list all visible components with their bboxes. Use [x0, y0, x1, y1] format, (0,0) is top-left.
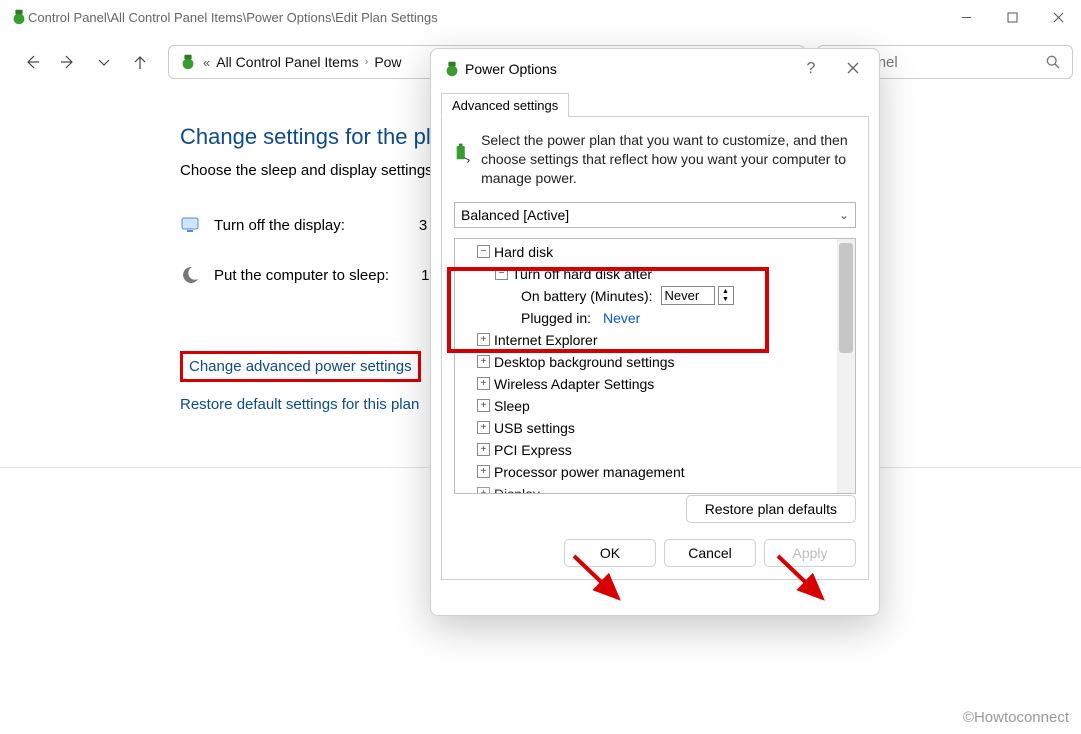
plugged-in-label: Plugged in: [521, 310, 591, 326]
tree-item-desktop-bg[interactable]: +Desktop background settings [459, 351, 833, 373]
tree-item-processor[interactable]: +Processor power management [459, 461, 833, 483]
spin-down[interactable]: ▼ [719, 296, 733, 305]
change-advanced-link[interactable]: Change advanced power settings [189, 358, 412, 375]
expand-icon[interactable]: + [477, 399, 490, 412]
setting-label: Put the computer to sleep: [214, 267, 389, 284]
tree-item-hard-disk[interactable]: −Hard disk [459, 241, 833, 263]
monitor-icon [180, 215, 200, 235]
tree-item-display[interactable]: +Display [459, 483, 833, 494]
breadcrumb-segment[interactable]: All Control Panel Items [216, 54, 358, 70]
on-battery-value-field[interactable]: Never [661, 286, 715, 305]
breadcrumb-segment[interactable]: Pow [374, 54, 401, 70]
power-plan-select[interactable]: Balanced [Active] ⌄ [454, 202, 856, 228]
on-battery-label: On battery (Minutes): [521, 288, 653, 304]
tab-advanced-settings[interactable]: Advanced settings [441, 93, 569, 117]
highlight-box: Change advanced power settings [180, 351, 421, 382]
power-options-icon [179, 53, 197, 71]
dialog-help-button[interactable]: ? [791, 60, 831, 78]
expand-icon[interactable]: + [477, 333, 490, 346]
collapse-icon[interactable]: − [495, 267, 508, 280]
maximize-button[interactable] [989, 0, 1035, 34]
expand-icon[interactable]: + [477, 443, 490, 456]
annotation-arrow [774, 552, 834, 616]
tree-item-turn-off-hdd[interactable]: −Turn off hard disk after [459, 263, 833, 285]
tree-item-ie[interactable]: +Internet Explorer [459, 329, 833, 351]
window-title: Control Panel\All Control Panel Items\Po… [28, 10, 943, 25]
scrollbar-track[interactable] [837, 239, 855, 493]
expand-icon[interactable]: + [477, 377, 490, 390]
power-options-icon [443, 60, 461, 78]
dialog-title: Power Options [465, 61, 557, 77]
back-button[interactable] [16, 46, 48, 78]
settings-tree: −Hard disk −Turn off hard disk after On … [454, 238, 856, 494]
chevron-right-icon: › [365, 56, 369, 68]
spin-buttons[interactable]: ▲▼ [718, 286, 734, 305]
expand-icon[interactable]: + [477, 421, 490, 434]
scrollbar-thumb[interactable] [839, 243, 853, 353]
expand-icon[interactable]: + [477, 465, 490, 478]
dialog-tabstrip: Advanced settings [431, 89, 879, 117]
breadcrumb-overflow[interactable]: « [203, 55, 210, 70]
battery-plug-icon [454, 131, 471, 175]
setting-label: Turn off the display: [214, 217, 345, 234]
dialog-body: Select the power plan that you want to c… [441, 116, 869, 580]
dialog-close-button[interactable] [831, 61, 875, 77]
chevron-down-icon: ⌄ [839, 208, 849, 222]
annotation-arrow [570, 552, 630, 616]
expand-icon[interactable]: + [477, 487, 490, 494]
tree-item-usb[interactable]: +USB settings [459, 417, 833, 439]
moon-icon [180, 265, 200, 285]
expand-icon[interactable]: + [477, 355, 490, 368]
tree-item-pci[interactable]: +PCI Express [459, 439, 833, 461]
spin-up[interactable]: ▲ [719, 287, 733, 296]
up-button[interactable] [124, 46, 156, 78]
tree-item-sleep[interactable]: +Sleep [459, 395, 833, 417]
watermark: ©Howtoconnect [963, 709, 1069, 726]
collapse-icon[interactable]: − [477, 245, 490, 258]
recent-locations-button[interactable] [88, 46, 120, 78]
cancel-button[interactable]: Cancel [664, 539, 756, 567]
minimize-button[interactable] [943, 0, 989, 34]
search-icon [1046, 55, 1060, 69]
power-options-dialog: Power Options ? Advanced settings Select… [430, 48, 880, 616]
restore-plan-defaults-button[interactable]: Restore plan defaults [686, 495, 856, 523]
power-options-icon [10, 8, 28, 26]
window-caption-buttons [943, 0, 1081, 34]
window-titlebar: Control Panel\All Control Panel Items\Po… [0, 0, 1081, 34]
tree-setting-on-battery: On battery (Minutes): Never ▲▼ [459, 285, 833, 307]
tree-setting-plugged-in: Plugged in: Never [459, 307, 833, 329]
dialog-titlebar: Power Options ? [431, 49, 879, 89]
dialog-description: Select the power plan that you want to c… [481, 131, 856, 188]
tree-item-wireless[interactable]: +Wireless Adapter Settings [459, 373, 833, 395]
plan-select-value: Balanced [Active] [461, 207, 569, 223]
plugged-in-value[interactable]: Never [603, 310, 640, 326]
close-button[interactable] [1035, 0, 1081, 34]
forward-button[interactable] [52, 46, 84, 78]
